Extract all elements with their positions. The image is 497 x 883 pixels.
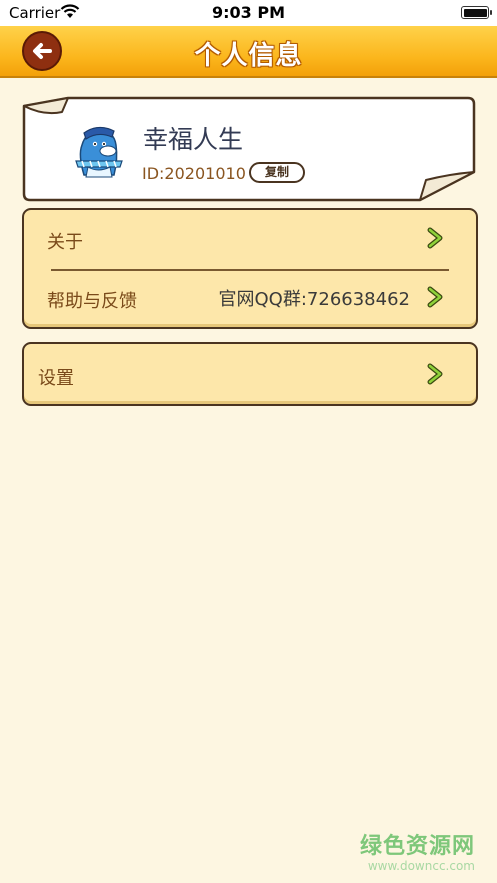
menu-item-help-feedback[interactable]: 帮助与反馈 官网QQ群:726638462	[24, 269, 476, 327]
penguin-avatar-icon	[75, 126, 123, 178]
menu-item-settings[interactable]: 设置	[24, 346, 476, 404]
menu-item-about[interactable]: 关于	[24, 210, 476, 268]
menu-group-info: 关于 帮助与反馈 官网QQ群:726638462	[22, 208, 478, 329]
user-name: 幸福人生	[143, 125, 244, 154]
profile-card: 幸福人生 ID:20201010 复制	[22, 96, 476, 202]
watermark-text: 绿色资源网	[359, 834, 475, 859]
chevron-right-icon	[427, 227, 443, 249]
user-id: ID:20201010	[142, 164, 246, 183]
battery-icon	[461, 6, 492, 19]
menu-item-settings-label: 设置	[38, 368, 74, 389]
chevron-right-icon	[427, 363, 443, 385]
clock: 9:03 PM	[211, 3, 285, 22]
chevron-right-icon	[427, 286, 443, 308]
nav-bar: 个人信息	[0, 26, 497, 78]
watermark: 绿色资源网 www.downcc.com	[360, 828, 475, 873]
menu-item-help-label: 帮助与反馈	[47, 291, 137, 312]
copy-id-button[interactable]: 复制	[249, 162, 305, 183]
menu-item-about-label: 关于	[47, 232, 83, 253]
menu-group-settings: 设置	[22, 342, 478, 406]
status-bar: Carrier 9:03 PM	[0, 0, 497, 26]
watermark-url: www.downcc.com	[367, 859, 475, 873]
qq-group-value: 官网QQ群:726638462	[218, 289, 410, 310]
page-title: 个人信息	[194, 41, 303, 71]
